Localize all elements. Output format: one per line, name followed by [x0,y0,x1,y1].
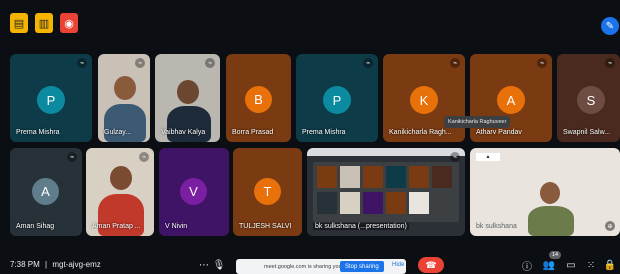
participant-name: Aman Pratap ... [92,223,141,230]
logo-icon: ▲ [476,153,500,161]
mini-tile [363,192,383,214]
participant-name: Borra Prasad [232,129,274,136]
participant-tile[interactable]: ⌁ P Prema Mishra [296,54,378,142]
mic-off-icon: ⌁ [363,58,373,68]
avatar: P [37,86,65,114]
participant-name: bk sulkshana (...presentation) [313,223,409,230]
participant-name: Prema Mishra [302,129,346,136]
avatar: P [323,86,351,114]
pencil-icon[interactable]: ✎ [601,17,619,35]
mini-tile [432,166,452,188]
mic-off-icon: ⌁ [450,58,460,68]
participant-tile[interactable]: ⌁ S Swapnil Salw... [557,54,620,142]
mini-tile [317,166,337,188]
avatar: K [410,86,438,114]
notes-icon[interactable]: ▥ [35,13,53,33]
top-bar [0,0,620,46]
participant-name: Prema Mishra [16,129,60,136]
participant-tile[interactable]: ⌁ K Kanikicharla Ragh... [383,54,465,142]
participant-name: Aman Sihag [16,223,55,230]
screen-share-banner: meet.google.com is sharing your screen. … [236,259,406,274]
shared-browser-bar [307,148,465,156]
mic-off-icon: ⌁ [205,58,215,68]
avatar: V [180,178,207,205]
participant-name: Gulzay... [104,129,132,136]
participant-video-figure [167,106,211,142]
hide-banner-link[interactable]: Hide [392,262,404,268]
mic-off-icon: ⌁ [605,58,615,68]
participant-name: TULJESH SALVI [239,223,292,230]
participant-video-figure [114,76,136,100]
avatar: B [245,86,272,113]
participant-video-figure [104,104,146,142]
meeting-details: 7:38 PM | mgt-ajvg-emz [10,260,101,269]
mic-off-icon: ⌁ [135,58,145,68]
stop-sharing-button[interactable]: Stop sharing [340,261,384,272]
participant-name: bk sulkshana [476,223,517,230]
record-icon[interactable]: ◉ [60,13,78,33]
participant-video-figure [110,166,132,190]
participant-video-figure [528,206,574,236]
end-call-button[interactable]: ☎ [418,257,444,273]
people-icon[interactable]: 👥 [542,258,556,272]
participant-name: Vaibhav Kalya [161,129,206,136]
info-icon[interactable]: ⓘ [520,258,534,273]
chat-icon[interactable]: ▭ [564,258,578,272]
participant-tile[interactable]: V V Nivin [159,148,229,236]
participant-name: Swapnil Salw... [563,129,611,136]
participant-name: V Nivin [165,223,188,230]
mic-off-icon: ⌁ [77,58,87,68]
participant-name: Kanikicharla Ragh... [389,129,452,136]
participant-tile[interactable]: ⌁ Gulzay... [98,54,150,142]
files-icon[interactable]: ▤ [10,13,28,33]
participant-tile[interactable]: ⌁ Aman Pratap ... [86,148,154,236]
activities-icon[interactable]: ⁙ [584,258,598,272]
meeting-separator: | [45,260,48,269]
participant-name: Atharv Pandav [476,129,522,136]
participant-tile[interactable]: ▲ ⊕ bk sulkshana [470,148,620,236]
participant-tile[interactable]: ⌁ P Prema Mishra [10,54,92,142]
pin-icon[interactable]: ⊕ [605,221,615,231]
mic-off-icon: ⌁ [139,152,149,162]
avatar: A [32,178,59,205]
meeting-time: 7:38 PM [10,260,40,269]
mini-tile [386,166,406,188]
mic-off-icon: ⌁ [67,152,77,162]
lock-icon[interactable]: 🔒 [603,258,617,272]
mic-off-icon: ⌁ [450,152,460,162]
participant-tile[interactable]: ⌁ A Aman Sihag [10,148,82,236]
mini-tile [409,192,429,214]
mini-tile [363,166,383,188]
mini-tile [340,192,360,214]
mic-off-icon: ⌁ [537,58,547,68]
shared-meet-grid [313,162,459,222]
meeting-code: mgt-ajvg-emz [52,260,101,269]
mini-tile [317,192,337,214]
presentation-tile[interactable]: ⌁ bk sulkshana (...presentation) [307,148,465,236]
name-tooltip: Kanikicharla Raghuveer [444,116,511,128]
participant-video-figure [540,182,560,204]
participant-tile[interactable]: B Borra Prasad [226,54,291,142]
avatar: T [254,178,281,205]
phone-hangup-icon: ☎ [425,259,437,270]
avatar: S [577,86,605,114]
participant-video-figure [177,80,199,104]
mini-tile [340,166,360,188]
participant-tile[interactable]: T TULJESH SALVI [233,148,302,236]
mini-tile [409,166,429,188]
mic-icon[interactable]: 🎙 [212,258,226,272]
participant-tile[interactable]: ⌁ Vaibhav Kalya [155,54,220,142]
participant-tile[interactable]: ⌁ A Atharv Pandav [470,54,552,142]
more-icon[interactable]: ⋯ [197,258,211,272]
avatar: A [497,86,525,114]
mini-tile [386,192,406,214]
